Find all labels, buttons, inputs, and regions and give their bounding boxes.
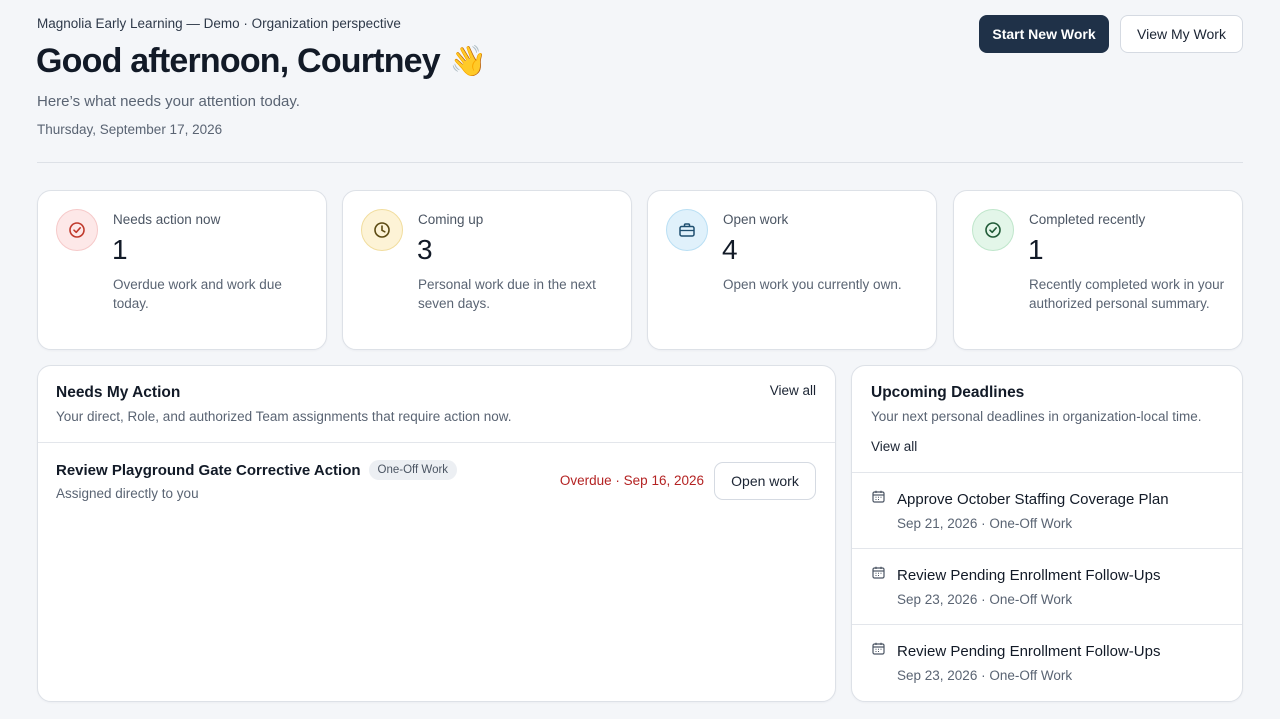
check-circle-icon — [972, 209, 1014, 251]
deadline-item[interactable]: Review Pending Enrollment Follow-Ups Sep… — [852, 624, 1242, 700]
stat-description: Recently completed work in your authoriz… — [1029, 277, 1225, 311]
list-item: Review Playground Gate Corrective Action… — [38, 443, 835, 513]
start-new-work-button[interactable]: Start New Work — [979, 15, 1109, 53]
current-date: Thursday, September 17, 2026 — [37, 122, 223, 137]
briefcase-icon — [666, 209, 708, 251]
stat-label: Coming up — [418, 212, 484, 227]
overdue-status: Overdue · Sep 16, 2026 — [559, 473, 704, 488]
deadline-item[interactable]: Approve October Staffing Coverage Plan S… — [852, 472, 1242, 548]
stat-description: Personal work due in the next seven days… — [418, 277, 596, 311]
organization-context: Magnolia Early Learning — Demo · Organiz… — [37, 16, 401, 31]
alert-check-icon — [56, 209, 98, 251]
view-all-link[interactable]: View all — [871, 439, 917, 454]
upcoming-deadlines-panel: Upcoming Deadlines Your next personal de… — [851, 365, 1243, 702]
task-title-row: Review Playground Gate Corrective Action… — [56, 460, 458, 480]
panel-subtitle: Your direct, Role, and authorized Team a… — [56, 409, 512, 424]
deadline-title: Review Pending Enrollment Follow-Ups — [897, 643, 1161, 660]
calendar-icon — [872, 490, 885, 508]
needs-my-action-panel: Needs My Action Your direct, Role, and a… — [37, 365, 836, 702]
stat-description: Overdue work and work due today. — [113, 277, 282, 311]
header-divider — [37, 162, 1243, 163]
calendar-icon — [872, 566, 885, 584]
panel-title: Upcoming Deadlines — [871, 384, 1025, 401]
deadline-item[interactable]: Review Pending Enrollment Follow-Ups Sep… — [852, 548, 1242, 624]
deadline-meta: Sep 21, 2026 · One-Off Work — [897, 516, 1073, 531]
stat-card-needs-action: Needs action now 1 Overdue work and work… — [37, 190, 327, 350]
stat-description: Open work you currently own. — [723, 277, 902, 292]
view-all-link[interactable]: View all — [770, 383, 816, 398]
clock-icon — [361, 209, 403, 251]
greeting-subtitle: Here’s what needs your attention today. — [37, 93, 300, 110]
view-my-work-button[interactable]: View My Work — [1120, 15, 1243, 53]
stat-value: 1 — [1028, 234, 1044, 265]
assignment-text: Assigned directly to you — [56, 486, 199, 501]
panel-title: Needs My Action — [56, 384, 181, 401]
deadline-meta: Sep 23, 2026 · One-Off Work — [897, 668, 1073, 683]
stat-card-coming-up: Coming up 3 Personal work due in the nex… — [342, 190, 632, 350]
stat-label: Needs action now — [113, 212, 221, 227]
stat-label: Completed recently — [1029, 212, 1146, 227]
stat-label: Open work — [723, 212, 789, 227]
stat-value: 1 — [112, 234, 128, 265]
work-type-chip: One-Off Work — [368, 460, 458, 480]
stat-value: 3 — [417, 234, 433, 265]
greeting-heading: Good afternoon, Courtney 👋 — [36, 42, 487, 81]
stat-card-completed-recently: Completed recently 1 Recently completed … — [953, 190, 1243, 350]
deadline-title: Review Pending Enrollment Follow-Ups — [897, 567, 1161, 584]
wave-emoji: 👋 — [449, 44, 487, 78]
open-work-button[interactable]: Open work — [714, 462, 816, 500]
deadline-meta: Sep 23, 2026 · One-Off Work — [897, 592, 1073, 607]
deadline-title: Approve October Staffing Coverage Plan — [897, 491, 1169, 508]
stat-card-open-work: Open work 4 Open work you currently own. — [647, 190, 937, 350]
panel-subtitle: Your next personal deadlines in organiza… — [871, 409, 1202, 424]
calendar-icon — [872, 642, 885, 660]
stat-value: 4 — [722, 234, 738, 265]
greeting-text: Good afternoon, Courtney — [36, 42, 441, 80]
task-title[interactable]: Review Playground Gate Corrective Action — [56, 462, 361, 479]
